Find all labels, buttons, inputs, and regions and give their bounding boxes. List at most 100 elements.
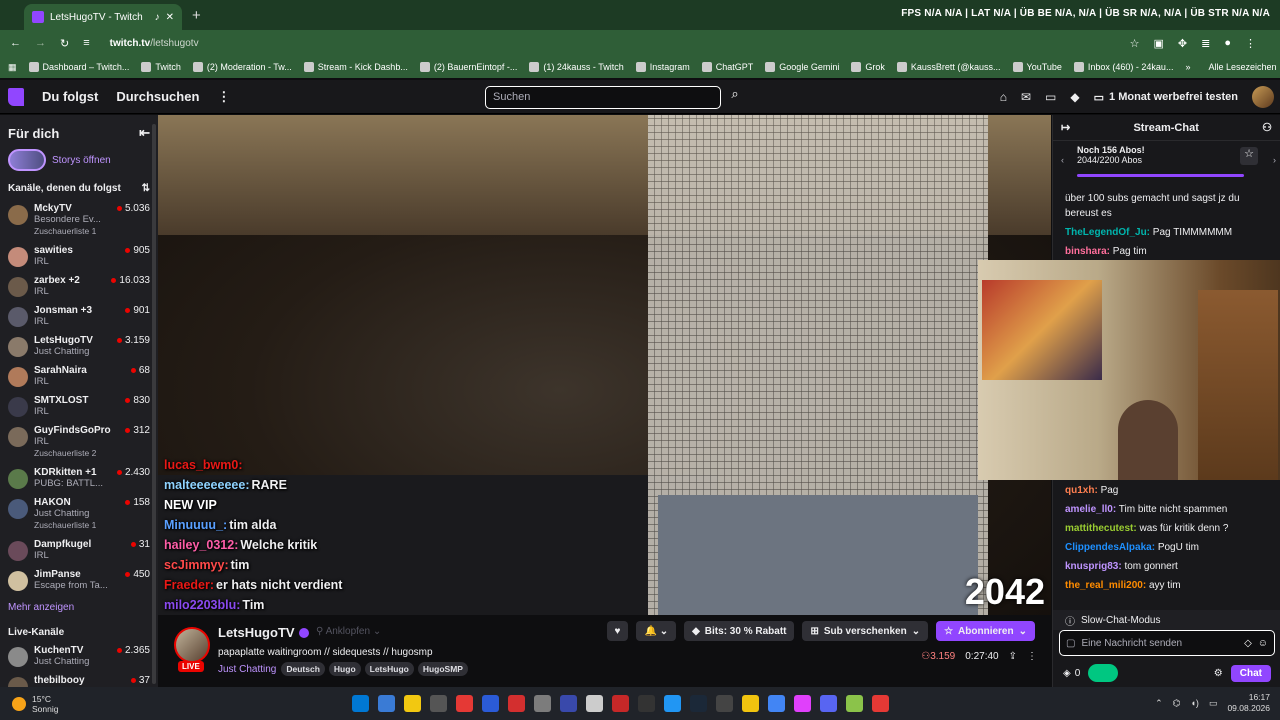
network-icon[interactable]: ⌬ bbox=[1173, 698, 1181, 709]
taskbar-app-icon[interactable] bbox=[352, 695, 369, 712]
volume-icon[interactable]: ◖) bbox=[1191, 698, 1199, 708]
battery-icon[interactable]: ▭ bbox=[1209, 698, 1218, 709]
chat-username[interactable]: binshara: bbox=[1065, 246, 1110, 257]
search-icon[interactable]: ⌕ bbox=[724, 86, 746, 109]
clock[interactable]: 16:17 09.08.2026 bbox=[1227, 692, 1270, 714]
sidebar-scrollbar[interactable] bbox=[152, 124, 156, 684]
bookmark-item[interactable]: Stream - Kick Dashb... bbox=[303, 62, 408, 72]
bookmark-star-icon[interactable]: ☆ bbox=[1130, 37, 1140, 50]
bits-icon[interactable]: ◆ bbox=[1070, 90, 1079, 104]
stream-tag[interactable]: Hugo bbox=[328, 662, 361, 676]
chat-username[interactable]: mattithecutest: bbox=[1065, 523, 1137, 534]
badge-icon[interactable]: ▢ bbox=[1066, 638, 1075, 649]
collapse-sidebar-icon[interactable]: ⇤ bbox=[139, 125, 150, 141]
more-icon[interactable]: ⋮ bbox=[217, 89, 230, 105]
sidebar-channel[interactable]: MckyTV Besondere Ev... Zuschauerliste 1 5.0… bbox=[0, 200, 158, 242]
stream-tag[interactable]: Deutsch bbox=[281, 662, 325, 676]
site-info-icon[interactable]: ≡ bbox=[83, 37, 89, 49]
chat-username[interactable]: ClippendesAlpaka: bbox=[1065, 542, 1155, 553]
bits-button[interactable]: ◆ Bits: 30 % Rabatt bbox=[684, 621, 795, 641]
show-more-link[interactable]: Mehr anzeigen bbox=[0, 596, 158, 619]
bookmark-item[interactable]: (2) BauernEintopf -... bbox=[419, 62, 517, 72]
inventory-icon[interactable]: ⌂ bbox=[1000, 90, 1007, 104]
bookmark-item[interactable]: Google Gemini bbox=[765, 62, 839, 72]
subscribe-button[interactable]: ☆ Abonnieren ⌄ bbox=[936, 621, 1035, 641]
channel-points[interactable]: ◈ 0 bbox=[1063, 668, 1080, 679]
sidebar-channel[interactable]: thebilbooy 37 bbox=[0, 672, 158, 687]
taskbar-app-icon[interactable] bbox=[846, 695, 863, 712]
gift-sub-button[interactable]: ⊞ Sub verschenken ⌄ bbox=[802, 621, 929, 641]
goal-star-icon[interactable]: ☆ bbox=[1240, 147, 1258, 165]
extension-icon[interactable]: ▣ bbox=[1154, 37, 1164, 50]
apps-icon[interactable]: ▦ bbox=[8, 62, 17, 73]
turbo-promo-button[interactable]: ▭ 1 Monat werbefrei testen bbox=[1094, 91, 1238, 104]
sidebar-channel[interactable]: KuchenTV Just Chatting 2.365 bbox=[0, 642, 158, 672]
chat-username[interactable]: knusprig83: bbox=[1065, 561, 1122, 572]
url-field[interactable]: twitch.tv/letshugotv bbox=[110, 38, 199, 49]
emote-icon[interactable]: ☺ bbox=[1258, 638, 1268, 649]
pin-button[interactable]: ⚲ Anklopfen ⌄ bbox=[316, 626, 381, 637]
follow-heart-button[interactable]: ♥ bbox=[606, 621, 629, 641]
chat-users-icon[interactable]: ⚇ bbox=[1262, 121, 1272, 134]
bits-cheer-icon[interactable]: ◇ bbox=[1244, 638, 1252, 649]
bookmark-item[interactable]: (1) 24kauss - Twitch bbox=[529, 62, 624, 72]
taskbar-app-icon[interactable] bbox=[872, 695, 889, 712]
browser-tab[interactable]: LetsHugoTV - Twitch ♪ ✕ bbox=[24, 4, 182, 30]
taskbar-app-icon[interactable] bbox=[586, 695, 603, 712]
taskbar-app-icon[interactable] bbox=[612, 695, 629, 712]
bookmarks-overflow-icon[interactable]: » bbox=[1185, 62, 1190, 72]
sidebar-channel[interactable]: zarbex +2 IRL 16.033 bbox=[0, 272, 158, 302]
more-options-icon[interactable]: ⋮ bbox=[1027, 651, 1037, 662]
sidebar-channel[interactable]: Dampfkugel IRL 31 bbox=[0, 536, 158, 566]
bookmark-item[interactable]: ChatGPT bbox=[701, 62, 753, 72]
category-link[interactable]: Just Chatting bbox=[218, 664, 276, 675]
taskbar-app-icon[interactable] bbox=[690, 695, 707, 712]
notifications-button[interactable]: 🔔 ⌄ bbox=[636, 621, 677, 641]
bookmark-item[interactable]: YouTube bbox=[1012, 62, 1062, 72]
chat-settings-icon[interactable]: ⚙ bbox=[1214, 668, 1223, 679]
taskbar-app-icon[interactable] bbox=[768, 695, 785, 712]
video-player[interactable]: lucas_bwm0: malteeeeeeee: RARE NEW VIP Minuu… bbox=[158, 115, 1051, 615]
channel-name[interactable]: LetsHugoTV bbox=[218, 625, 295, 640]
nav-following[interactable]: Du folgst bbox=[42, 89, 98, 104]
sidebar-channel[interactable]: LetsHugoTV Just Chatting 3.159 bbox=[0, 332, 158, 362]
tray-chevron-icon[interactable]: ⌃ bbox=[1155, 698, 1163, 709]
weather-widget[interactable]: 15°C Sonnig bbox=[0, 694, 58, 714]
bookmark-item[interactable]: Twitch bbox=[141, 62, 181, 72]
taskbar-app-icon[interactable] bbox=[716, 695, 733, 712]
sidebar-channel[interactable]: SMTXLOST IRL 830 bbox=[0, 392, 158, 422]
chat-username[interactable]: the_real_mili200: bbox=[1065, 580, 1146, 591]
share-icon[interactable]: ⇪ bbox=[1009, 651, 1017, 662]
points-claim-button[interactable] bbox=[1088, 664, 1119, 682]
sidebar-channel[interactable]: HAKON Just Chatting Zuschauerliste 1 158 bbox=[0, 494, 158, 536]
bookmark-item[interactable]: Dashboard – Twitch... bbox=[28, 62, 129, 72]
stream-tag[interactable]: HugoSMP bbox=[417, 662, 468, 676]
bookmark-item[interactable]: KaussBrett (@kauss... bbox=[896, 62, 1001, 72]
taskbar-app-icon[interactable] bbox=[794, 695, 811, 712]
taskbar-app-icon[interactable] bbox=[638, 695, 655, 712]
menu-icon[interactable]: ⋮ bbox=[1245, 37, 1256, 50]
stories-button[interactable]: Storys öffnen bbox=[0, 141, 158, 171]
collapse-chat-icon[interactable]: ↦ bbox=[1061, 121, 1070, 134]
sidebar-channel[interactable]: sawities IRL 905 bbox=[0, 242, 158, 272]
sidebar-channel[interactable]: Jonsman +3 IRL 901 bbox=[0, 302, 158, 332]
close-tab-icon[interactable]: ✕ bbox=[166, 12, 174, 23]
taskbar-app-icon[interactable] bbox=[742, 695, 759, 712]
bookmark-item[interactable]: (2) Moderation - Tw... bbox=[192, 62, 292, 72]
all-bookmarks[interactable]: Alle Lesezeichen bbox=[1208, 62, 1276, 72]
nav-browse[interactable]: Durchsuchen bbox=[116, 89, 199, 104]
goal-next-icon[interactable]: › bbox=[1273, 155, 1276, 165]
search-input[interactable]: Suchen bbox=[485, 86, 721, 109]
channel-avatar[interactable] bbox=[174, 627, 210, 663]
forward-icon[interactable]: → bbox=[35, 37, 46, 49]
goal-prev-icon[interactable]: ‹ bbox=[1061, 155, 1064, 165]
taskbar-app-icon[interactable] bbox=[508, 695, 525, 712]
bookmark-item[interactable]: Instagram bbox=[635, 62, 690, 72]
media-icon[interactable]: ≣ bbox=[1201, 37, 1210, 50]
taskbar-app-icon[interactable] bbox=[404, 695, 421, 712]
bookmark-item[interactable]: Inbox (460) - 24kau... bbox=[1073, 62, 1173, 72]
sort-icon[interactable]: ⇅ bbox=[142, 183, 150, 194]
reload-icon[interactable]: ↻ bbox=[60, 37, 69, 50]
chat-send-button[interactable]: Chat bbox=[1230, 664, 1271, 682]
sidebar-channel[interactable]: KDRkitten +1 PUBG: BATTL... 2.430 bbox=[0, 464, 158, 494]
